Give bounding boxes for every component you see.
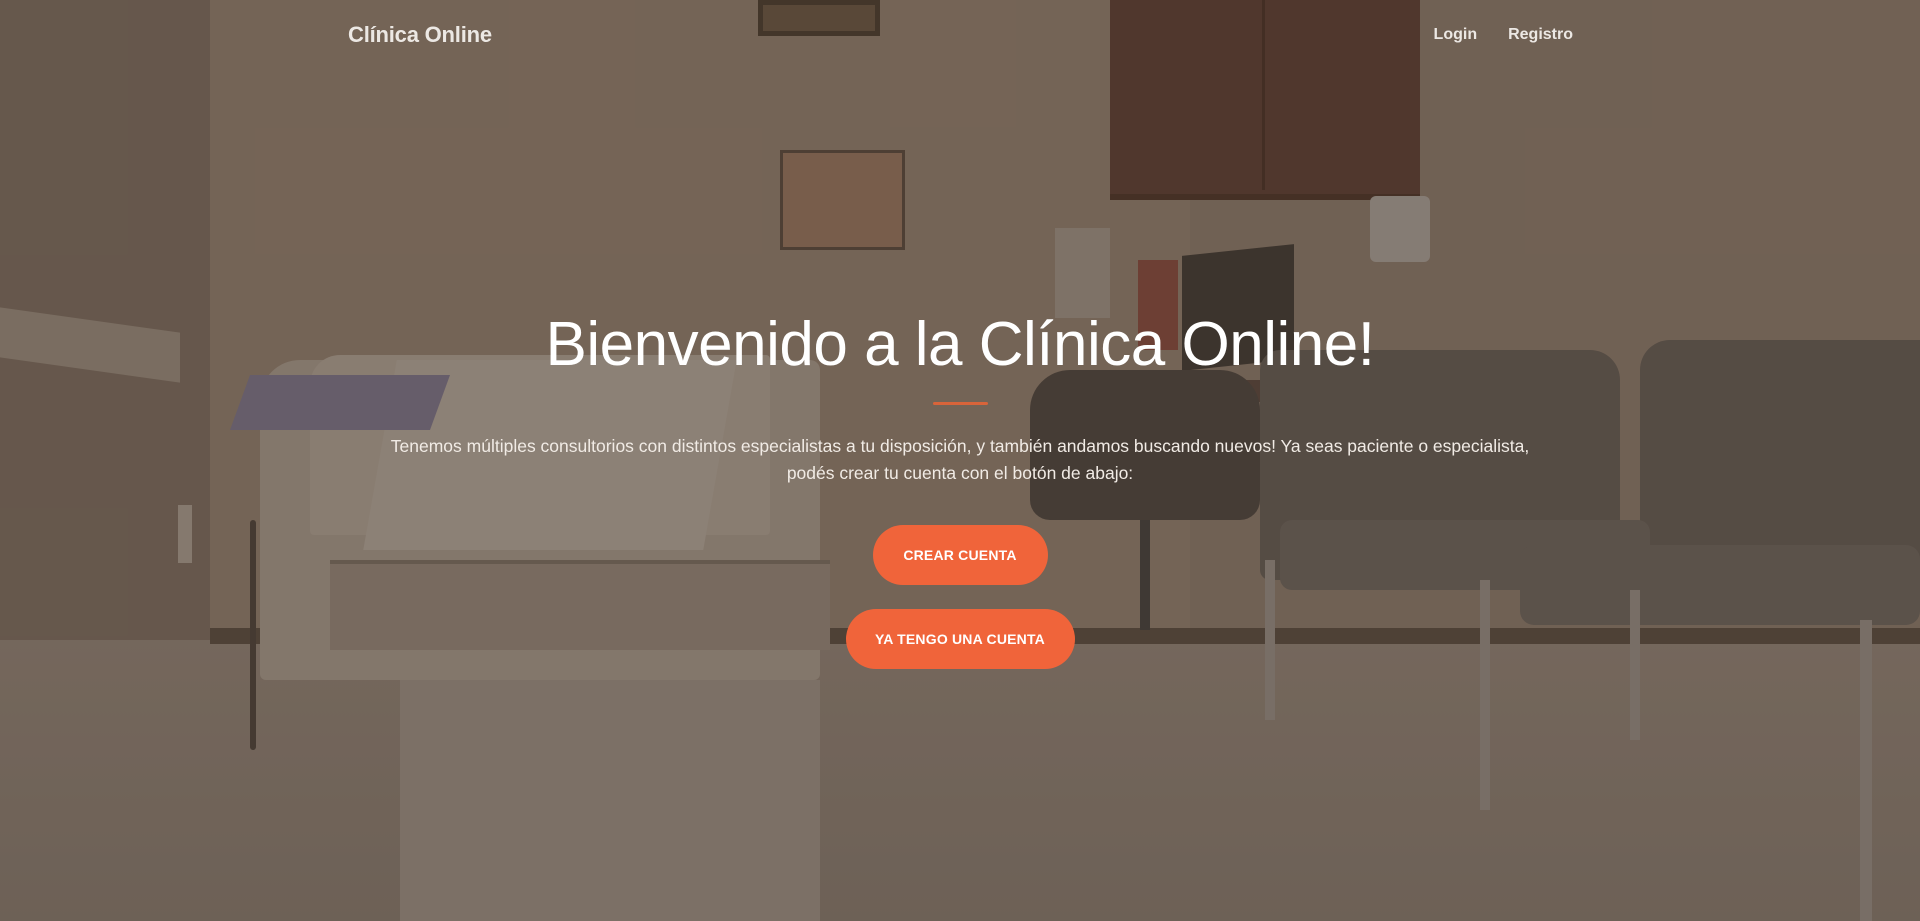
create-account-button[interactable]: CREAR CUENTA: [872, 525, 1048, 585]
hero-content: Bienvenido a la Clínica Online! Tenemos …: [0, 305, 1920, 669]
brand-link[interactable]: Clínica Online: [348, 22, 492, 48]
have-account-button[interactable]: YA TENGO UNA CUENTA: [845, 609, 1075, 669]
nav-links: Login Registro: [1434, 26, 1573, 44]
hero-lead-line-1: Tenemos múltiples consultorios con disti…: [390, 436, 1530, 456]
hero-title: Bienvenido a la Clínica Online!: [545, 310, 1375, 379]
hero-lead-line-2: podés crear tu cuenta con el botón de ab…: [786, 463, 1134, 483]
hero-section: Clínica Online Login Registro Bienvenido…: [0, 0, 1920, 921]
hero-lead: Tenemos múltiples consultorios con disti…: [365, 433, 1555, 487]
navbar: Clínica Online Login Registro: [0, 0, 1920, 72]
nav-link-login[interactable]: Login: [1434, 26, 1478, 44]
title-divider: [932, 402, 988, 405]
nav-link-registro[interactable]: Registro: [1508, 26, 1573, 44]
